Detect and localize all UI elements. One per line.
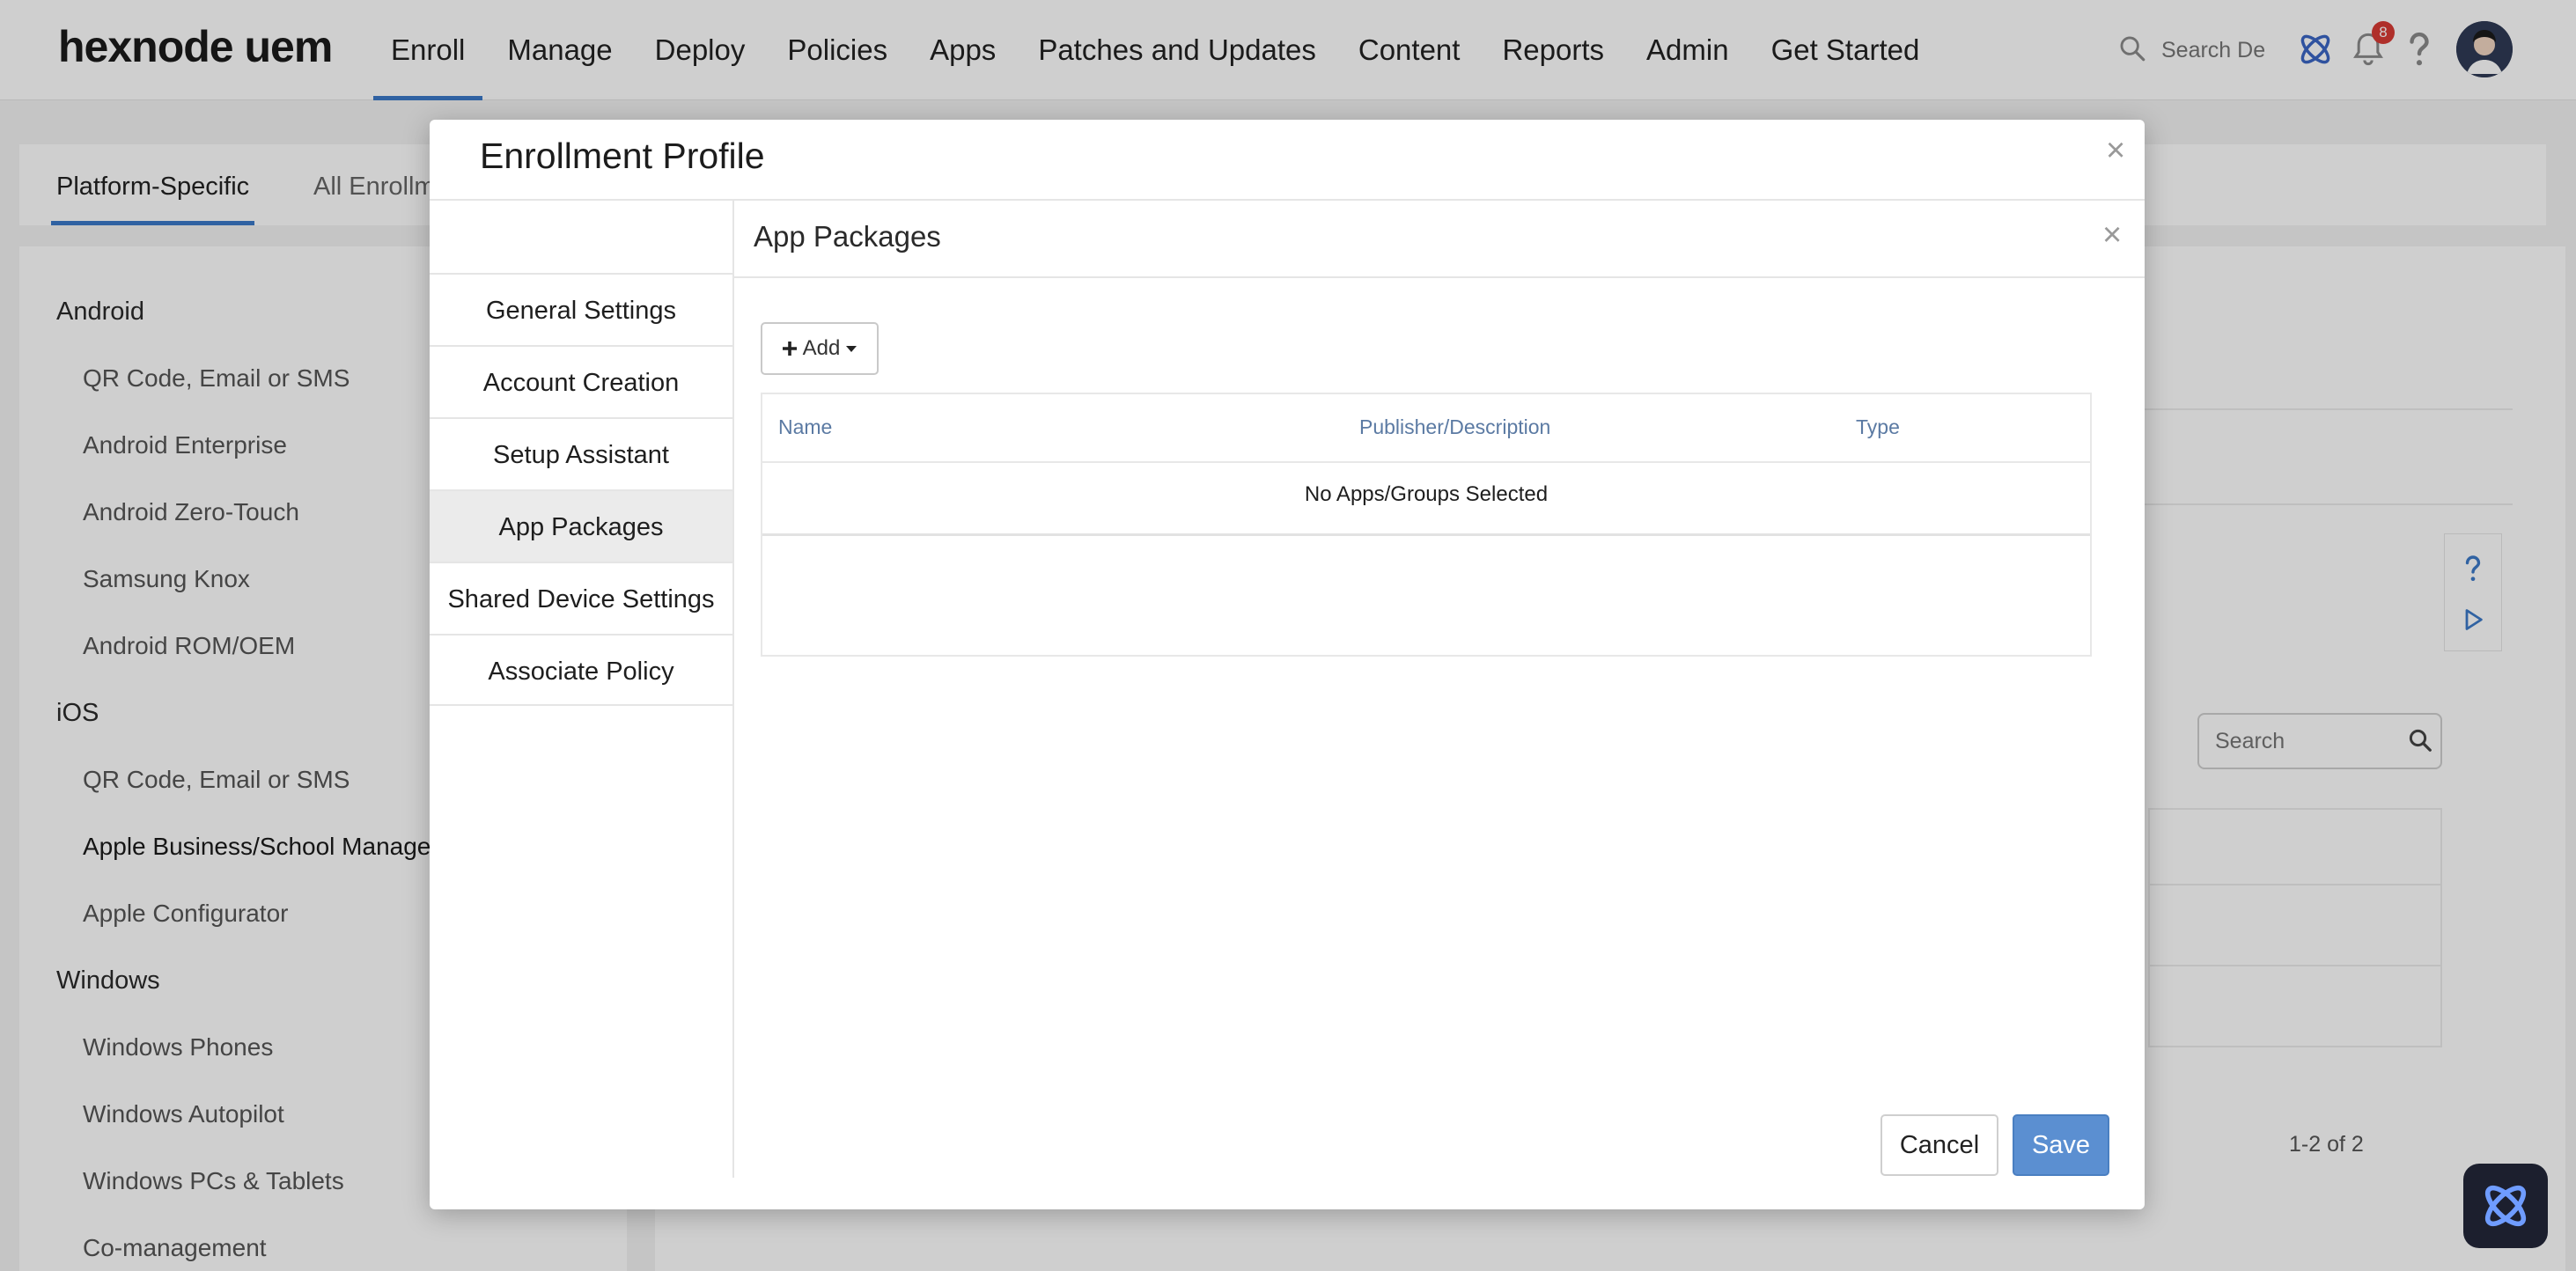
divider: [762, 533, 2090, 536]
add-button-label: Add: [802, 336, 841, 360]
column-header-type[interactable]: Type: [1856, 415, 1900, 439]
nav-associate-policy[interactable]: Associate Policy: [430, 634, 732, 706]
empty-table-message: No Apps/Groups Selected: [1304, 482, 1549, 506]
enrollment-profile-modal: Enrollment Profile × General Settings Ac…: [430, 120, 2145, 1209]
modal-close-icon[interactable]: ×: [2106, 132, 2125, 170]
profile-settings-nav: General Settings Account Creation Setup …: [430, 201, 734, 1178]
divider: [734, 276, 2145, 278]
modal-title: Enrollment Profile: [480, 136, 765, 176]
column-header-publisher-description[interactable]: Publisher/Description: [1359, 415, 1550, 439]
nav-account-creation[interactable]: Account Creation: [430, 345, 732, 417]
nav-setup-assistant[interactable]: Setup Assistant: [430, 417, 732, 489]
nav-general-settings[interactable]: General Settings: [430, 273, 732, 345]
section-title: App Packages: [754, 220, 941, 253]
cancel-button[interactable]: Cancel: [1880, 1114, 1998, 1176]
app-packages-table: Name Publisher/Description Type No Apps/…: [761, 393, 2092, 657]
chat-assistant-button[interactable]: [2463, 1164, 2548, 1248]
hexnode-assist-icon: [2484, 1185, 2527, 1227]
nav-shared-device-settings[interactable]: Shared Device Settings: [430, 562, 732, 634]
add-app-dropdown-button[interactable]: Add: [761, 322, 879, 375]
section-close-icon[interactable]: ×: [2102, 217, 2122, 254]
caret-down-icon: [846, 346, 857, 352]
column-header-name[interactable]: Name: [778, 415, 832, 439]
divider: [762, 461, 2090, 463]
plus-icon: [782, 342, 797, 356]
save-button[interactable]: Save: [2013, 1114, 2109, 1176]
nav-app-packages[interactable]: App Packages: [430, 489, 732, 562]
